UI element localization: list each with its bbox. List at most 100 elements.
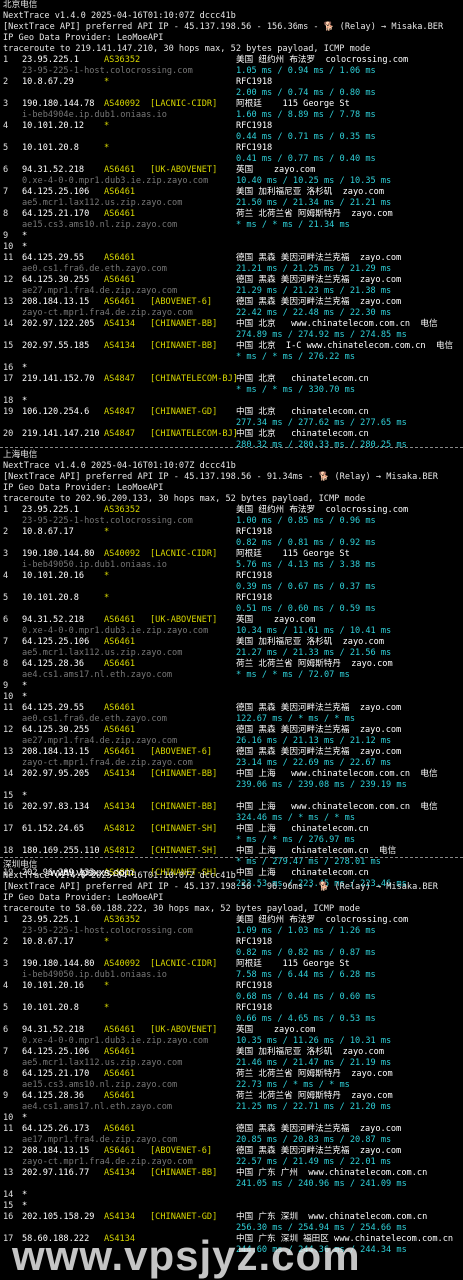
hop-number: 7 [3,1047,9,1057]
hop-number: 8 [3,1069,9,1079]
hop-geo: 德国 黑森 美因河畔法兰克福 zayo.com [236,747,402,757]
hop-rtt: 7.58 ms / 6.44 ms / 6.28 ms [236,970,376,980]
hop-rtt: 23.14 ms / 22.69 ms / 22.67 ms [236,758,392,768]
nexttrace-version: NextTrace v1.4.0 2025-04-16T01:10:07Z dc… [3,11,236,21]
hop-geo: 英国 zayo.com [236,615,316,625]
hop-number: 15 [3,341,14,351]
hop-ip: * [22,242,28,252]
hop-ip: 64.125.25.106 [22,637,90,647]
section-title: 深圳电信 [3,860,38,870]
hop-number: 10 [3,1113,14,1123]
hop-hostname: ae5.mcr1.lax112.us.zip.zayo.com [22,648,183,658]
hop-geo: RFC1918 [236,77,273,87]
hop-ip: * [22,1201,28,1211]
hop-geo: RFC1918 [236,937,273,947]
hop-network-tag: [CHINANET-BB] [150,769,218,779]
hop-asn: AS6461 [104,1069,136,1079]
section-title: 北京电信 [3,0,38,10]
hop-asn: * [104,593,110,603]
hop-network-tag: [CHINANET-BB] [150,319,218,329]
hop-ip: 208.184.13.15 [22,747,90,757]
hop-geo: 阿根廷 115 George St [236,959,350,969]
hop-asn: AS6461 [104,1124,136,1134]
hop-ip: 64.125.28.36 [22,659,85,669]
hop-ip: 64.125.29.55 [22,703,85,713]
hop-asn: AS6461 [104,1047,136,1057]
hop-ip: 202.105.158.29 [22,1212,95,1222]
hop-number: 16 [3,802,14,812]
hop-hostname: 23-95-225-1-host.colocrossing.com [22,66,193,76]
hop-ip: 64.125.21.170 [22,209,90,219]
hop-rtt: 22.42 ms / 22.48 ms / 22.30 ms [236,308,392,318]
geo-provider-line: IP Geo Data Provider: LeoMoeAPI [3,893,164,903]
hop-number: 11 [3,703,14,713]
hop-asn: * [104,1003,110,1013]
hop-ip: 202.97.55.185 [22,341,90,351]
hop-ip: 23.95.225.1 [22,505,79,515]
hop-geo: 德国 黑森 美因河畔法兰克福 zayo.com [236,1146,402,1156]
hop-geo: 中国 北京 www.chinatelecom.com.cn 电信 [236,319,438,329]
hop-geo: 中国 上海 chinatelecom.cn [236,824,369,834]
hop-geo: 德国 黑森 美因河畔法兰克福 zayo.com [236,703,402,713]
hop-asn: AS6461 [104,165,136,175]
hop-asn: AS40092 [104,549,141,559]
hop-rtt: 1.00 ms / 0.85 ms / 0.96 ms [236,516,376,526]
hop-hostname: ae5.mcr1.lax112.us.zip.zayo.com [22,198,183,208]
hop-number: 4 [3,981,9,991]
hop-number: 12 [3,725,14,735]
hop-ip: * [22,692,28,702]
hop-hostname: ae4.cs1.ams17.nl.eth.zayo.com [22,670,173,680]
hop-hostname: ae0.cs1.fra6.de.eth.zayo.com [22,714,167,724]
hop-hostname: ae27.mpr1.fra4.de.zip.zayo.com [22,286,178,296]
hop-rtt: 122.67 ms / * ms / * ms [236,714,355,724]
hop-geo: 德国 黑森 美因河畔法兰克福 zayo.com [236,275,402,285]
hop-hostname: zayo-ct.mpr1.fra4.de.zip.zayo.com [22,1157,193,1167]
hop-network-tag: [UK-ABOVENET] [150,615,218,625]
hop-number: 13 [3,297,14,307]
hop-ip: * [22,1190,28,1200]
hop-asn: AS4812 [104,846,136,856]
hop-rtt: 22.57 ms / 21.49 ms / 22.01 ms [236,1157,392,1167]
hop-rtt: 21.27 ms / 21.33 ms / 21.56 ms [236,648,392,658]
hop-number: 9 [3,681,9,691]
hop-ip: 94.31.52.218 [22,615,85,625]
hop-ip: 10.8.67.17 [22,527,74,537]
hop-asn: AS4134 [104,769,136,779]
traceroute-target-line: traceroute to 58.60.188.222, 30 hops max… [3,904,360,914]
hop-asn: AS6461 [104,253,136,263]
hop-network-tag: [CHINATELECOM-BJ] [150,374,238,384]
hop-rtt: 274.89 ms / 274.92 ms / 274.85 ms [236,330,407,340]
hop-geo: 中国 北京 chinatelecom.cn [236,407,369,417]
hop-number: 9 [3,1091,9,1101]
hop-ip: 208.184.13.15 [22,1146,90,1156]
hop-network-tag: [CHINANET-BB] [150,341,218,351]
hop-number: 11 [3,253,14,263]
hop-asn: * [104,143,110,153]
hop-geo: 荷兰 北荷兰省 阿姆斯特丹 zayo.com [236,209,393,219]
hop-number: 19 [3,407,14,417]
api-info-line: [NextTrace API] preferred API IP - 45.13… [3,882,438,892]
hop-asn: AS6461 [104,187,136,197]
hop-geo: 美国 加利福尼亚 洛杉矶 zayo.com [236,1047,385,1057]
hop-hostname: 0.xe-4-0-0.mpr1.dub3.ie.zip.zayo.com [22,1036,209,1046]
hop-number: 15 [3,1201,14,1211]
hop-number: 8 [3,209,9,219]
hop-hostname: ae17.mpr1.fra4.de.zip.zayo.com [22,1135,178,1145]
hop-geo: 美国 加利福尼亚 洛杉矶 zayo.com [236,637,385,647]
hop-number: 7 [3,637,9,647]
hop-number: 6 [3,615,9,625]
hop-hostname: 0.xe-4-0-0.mpr1.dub3.ie.zip.zayo.com [22,176,209,186]
hop-number: 13 [3,1168,14,1178]
hop-asn: AS36352 [104,55,141,65]
hop-asn: AS6461 [104,1146,136,1156]
hop-hostname: i-beb49050.ip.dub1.oniaas.io [22,970,167,980]
hop-ip: 190.180.144.80 [22,549,95,559]
hop-network-tag: [CHINANET-GD] [150,1212,218,1222]
hop-hostname: i-beb4904e.ip.dub1.oniaas.io [22,110,167,120]
hop-rtt: 0.82 ms / 0.82 ms / 0.87 ms [236,948,376,958]
hop-network-tag: [CHINANET-SH] [150,824,218,834]
hop-rtt: 0.66 ms / 4.65 ms / 0.53 ms [236,1014,376,1024]
hop-number: 17 [3,824,14,834]
hop-asn: * [104,527,110,537]
hop-asn: * [104,571,110,581]
